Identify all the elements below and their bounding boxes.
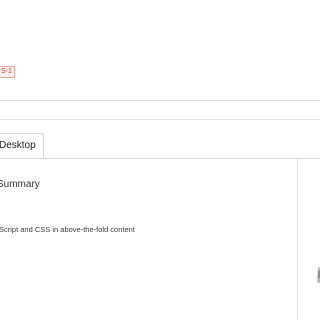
rule-item-render-blocking[interactable]: Script and CSS in above-the-fold content (0, 225, 135, 234)
results-panel (0, 159, 297, 320)
tab-desktop-label: Desktop (0, 140, 36, 151)
panel-divider (297, 159, 298, 320)
phone-preview-icon (312, 266, 320, 284)
summary-heading: Summary (0, 179, 40, 190)
url-field-bottom-border (0, 119, 320, 120)
url-field-top-border (0, 100, 320, 101)
tab-desktop[interactable]: Desktop (0, 133, 44, 158)
status-badge: S-1 (0, 66, 15, 78)
top-band (0, 0, 320, 45)
page: S-1 Desktop Summary Script and CSS in ab… (0, 0, 320, 320)
